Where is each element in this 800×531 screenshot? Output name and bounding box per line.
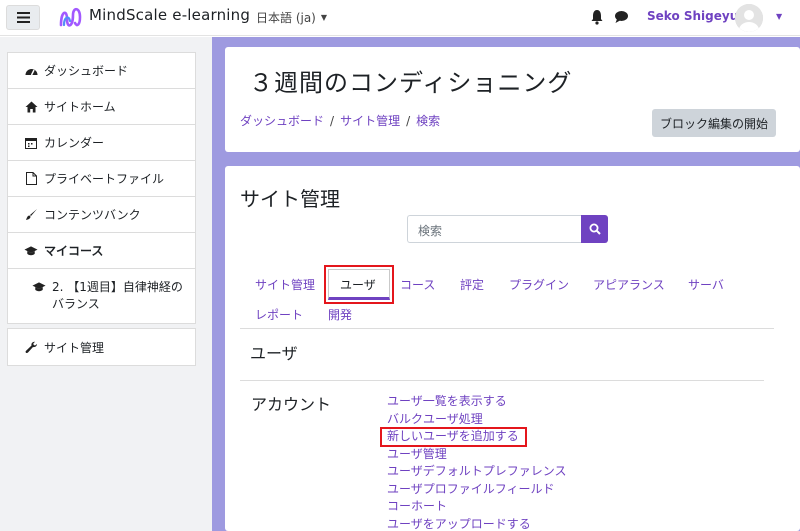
user-menu-chevron-icon[interactable]: ▼ <box>776 12 782 21</box>
block-edit-button[interactable]: ブロック編集の開始 <box>652 109 776 137</box>
tab-plugins[interactable]: プラグイン <box>509 276 569 293</box>
tab-courses[interactable]: コース <box>400 276 435 293</box>
menu-icon <box>16 12 30 23</box>
tab-server[interactable]: サーバ <box>688 276 724 293</box>
breadcrumb-site-admin[interactable]: サイト管理 <box>340 114 400 128</box>
link-cohorts[interactable]: コーホート <box>387 498 567 516</box>
chevron-down-icon: ▼ <box>320 13 328 22</box>
tab-users[interactable]: ユーザ <box>340 276 376 293</box>
section-title: サイト管理 <box>240 187 340 211</box>
breadcrumb-dashboard[interactable]: ダッシュボード <box>240 114 324 128</box>
subsection-title: ユーザ <box>250 344 298 363</box>
language-menu[interactable]: 日本語 (ja) ▼ <box>256 9 327 26</box>
nav-item-content-bank[interactable]: コンテンツバンク <box>8 197 195 233</box>
tab-divider <box>240 328 774 329</box>
nav-item-label: サイト管理 <box>44 340 105 355</box>
bell-icon[interactable] <box>590 9 604 25</box>
link-add-new-user[interactable]: 新しいユーザを追加する <box>387 428 567 446</box>
avatar[interactable] <box>735 4 763 32</box>
user-silhouette-icon <box>735 4 763 32</box>
breadcrumb-separator: / <box>406 114 411 128</box>
link-upload-users[interactable]: ユーザをアップロードする <box>387 516 567 531</box>
graduation-cap-icon <box>32 280 46 294</box>
search-icon <box>589 223 601 235</box>
graduation-cap-icon <box>24 244 38 258</box>
search-input[interactable]: 検索 <box>407 215 581 243</box>
breadcrumb: ダッシュボード / サイト管理 / 検索 <box>240 112 440 129</box>
link-user-profile-fields[interactable]: ユーザプロファイルフィールド <box>387 481 567 499</box>
dashboard-icon <box>24 64 38 78</box>
nav-item-course-week1[interactable]: 2. 【1週目】自律神経の バランス <box>8 269 195 323</box>
nav-item-site-admin[interactable]: サイト管理 <box>8 329 195 365</box>
breadcrumb-separator: / <box>330 114 335 128</box>
file-icon <box>24 172 38 186</box>
account-label: アカウント <box>251 395 332 414</box>
nav-item-label: 2. 【1週目】自律神経の バランス <box>52 280 183 311</box>
nav-list: ダッシュボード サイトホーム カレンダー プライベートファイル コンテンツバンク… <box>7 52 196 324</box>
link-user-management[interactable]: ユーザ管理 <box>387 446 567 464</box>
nav-item-label: マイコース <box>44 244 104 258</box>
tab-site-admin[interactable]: サイト管理 <box>255 276 315 293</box>
search-button[interactable] <box>581 215 608 243</box>
main-content-card: サイト管理 検索 サイト管理 ユーザ コース 評定 プラグイン アピアランス サ… <box>225 166 800 531</box>
subsection-divider <box>240 380 764 381</box>
tab-appearance[interactable]: アピアランス <box>593 276 665 293</box>
nav-item-private-files[interactable]: プライベートファイル <box>8 161 195 197</box>
chat-icon[interactable] <box>614 10 629 24</box>
tab-reports[interactable]: レポート <box>255 306 303 323</box>
nav-item-site-home[interactable]: サイトホーム <box>8 89 195 125</box>
nav-item-label: コンテンツバンク <box>44 208 141 222</box>
link-browse-users[interactable]: ユーザ一覧を表示する <box>387 393 567 411</box>
link-bulk-user-actions[interactable]: バルクユーザ処理 <box>387 411 567 429</box>
tab-development[interactable]: 開発 <box>328 306 352 323</box>
language-label: 日本語 (ja) <box>256 11 316 25</box>
home-icon <box>24 100 38 114</box>
menu-toggle-button[interactable] <box>6 5 40 30</box>
brush-icon <box>24 208 38 222</box>
logo-icon[interactable] <box>58 5 84 29</box>
site-brand[interactable]: MindScale e-learning <box>89 6 250 24</box>
nav-item-label: ダッシュボード <box>44 64 129 78</box>
nav-item-label: プライベートファイル <box>44 172 165 186</box>
nav-drawer: ダッシュボード サイトホーム カレンダー プライベートファイル コンテンツバンク… <box>0 37 212 531</box>
top-navbar: MindScale e-learning 日本語 (ja) ▼ Seko Shig… <box>0 0 800 36</box>
nav-item-label: サイトホーム <box>44 100 116 114</box>
page-header-card: ３週間のコンディショニング ダッシュボード / サイト管理 / 検索 ブロック編集の開始 <box>225 47 800 152</box>
breadcrumb-search[interactable]: 検索 <box>416 114 440 128</box>
tab-grades[interactable]: 評定 <box>460 276 484 293</box>
wrench-icon <box>24 340 38 354</box>
nav-item-my-courses[interactable]: マイコース <box>8 233 195 269</box>
account-links: ユーザ一覧を表示する バルクユーザ処理 新しいユーザを追加する ユーザ管理 ユー… <box>387 393 567 531</box>
nav-item-dashboard[interactable]: ダッシュボード <box>8 53 195 89</box>
page-title: ３週間のコンディショニング <box>249 69 573 97</box>
link-user-default-preferences[interactable]: ユーザデフォルトプレファレンス <box>387 463 567 481</box>
calendar-icon <box>24 136 38 150</box>
nav-item-calendar[interactable]: カレンダー <box>8 125 195 161</box>
nav-list-admin: サイト管理 <box>7 328 196 366</box>
nav-item-label: カレンダー <box>44 136 105 150</box>
